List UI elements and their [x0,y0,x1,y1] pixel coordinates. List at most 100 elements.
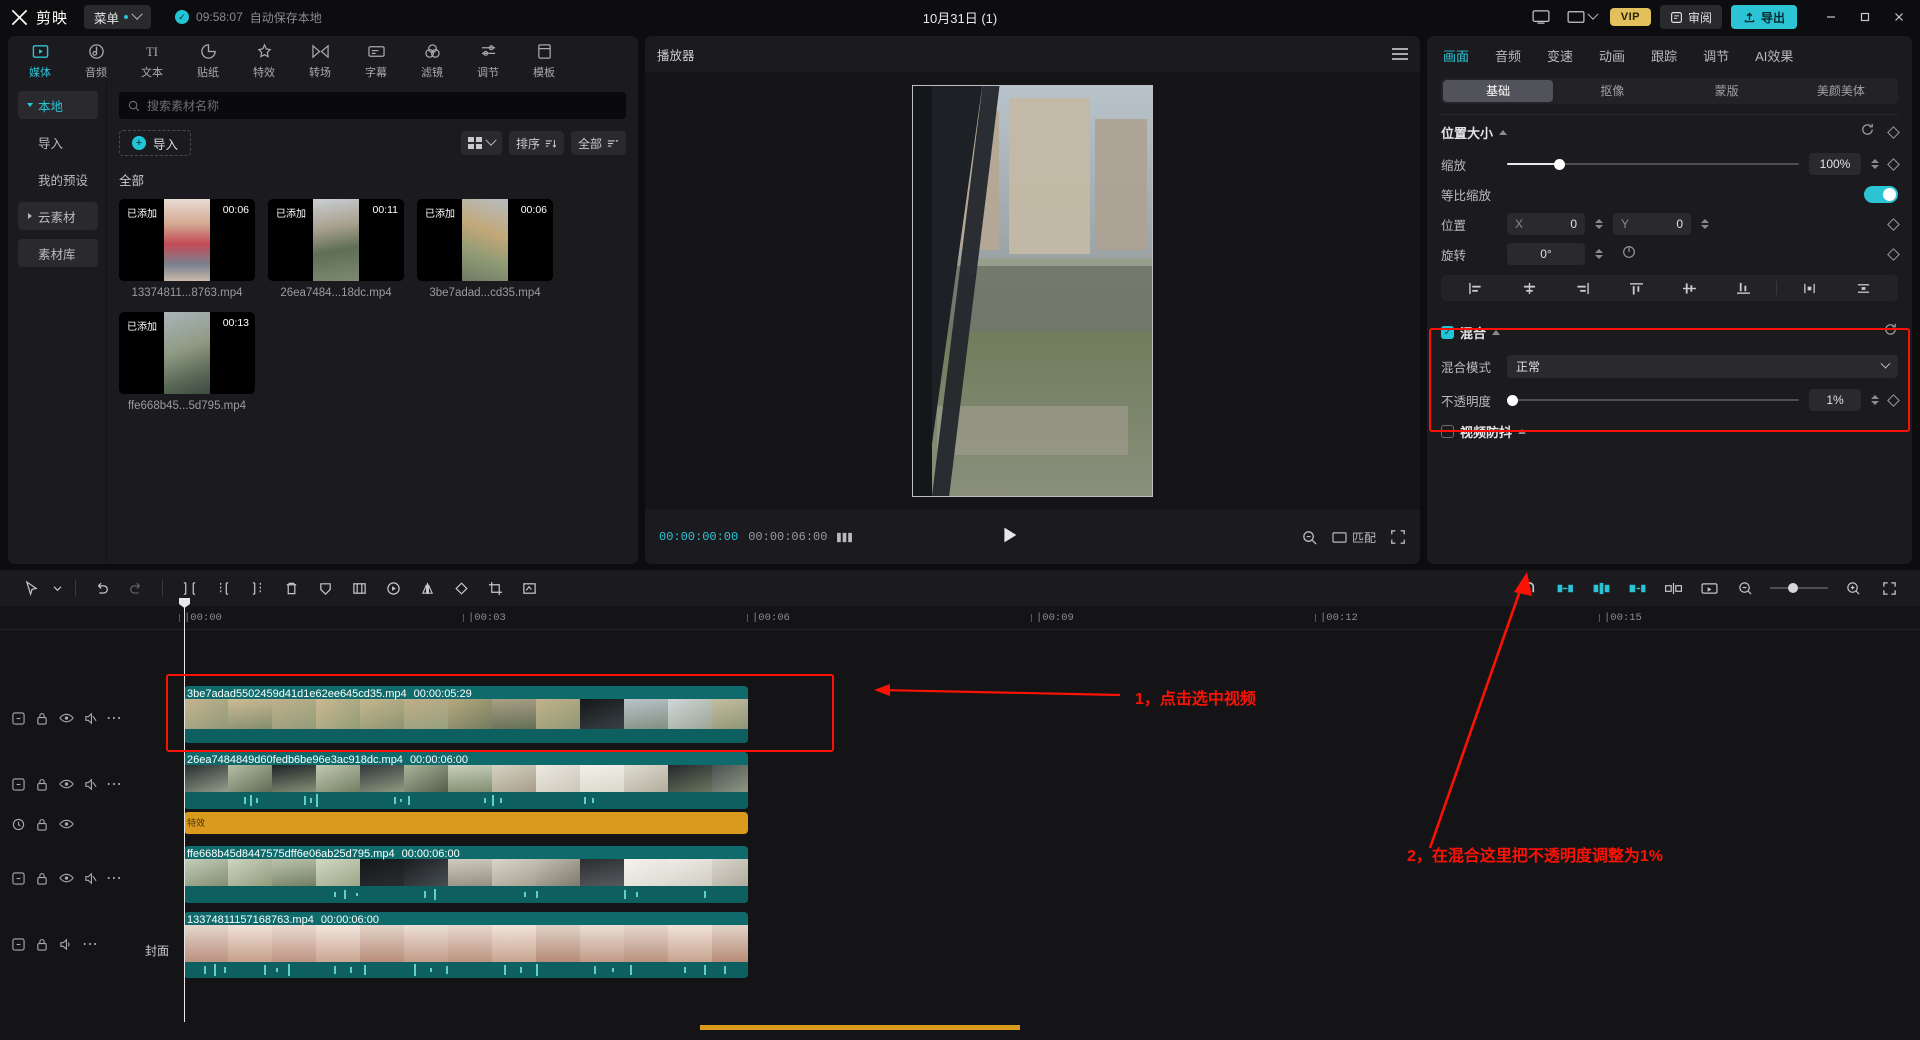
undo-icon[interactable] [85,573,119,603]
opacity-stepper[interactable] [1871,395,1879,405]
delete-icon[interactable] [274,573,308,603]
rotation-stepper[interactable] [1595,249,1603,259]
align-center-vertical-icon[interactable] [1663,282,1717,295]
track-collapse-icon[interactable] [6,706,30,730]
scale-stepper[interactable] [1871,159,1879,169]
align-left-icon[interactable] [1449,282,1503,295]
keyframe-icon[interactable] [1887,217,1900,231]
position-size-group-header[interactable]: 位置大小 [1427,115,1912,149]
timeline-clip-1[interactable]: 3be7adad5502459d41d1e62ee645cd35.mp4 00:… [184,686,748,743]
position-x-field[interactable]: X 0 [1507,213,1585,235]
smart-cutout-icon[interactable] [512,573,546,603]
tab-speed[interactable]: 变速 [1547,46,1573,65]
position-x-stepper[interactable] [1595,219,1603,229]
sort-button[interactable]: 排序 [508,131,564,155]
segment-mask[interactable]: 蒙版 [1672,80,1782,102]
tab-animation[interactable]: 动画 [1599,46,1625,65]
reset-icon[interactable] [1883,322,1898,342]
blend-mode-select[interactable]: 正常 [1507,354,1898,378]
playhead[interactable] [179,598,190,1022]
video-preview[interactable] [912,85,1153,497]
volume-icon[interactable] [54,932,78,956]
scale-slider[interactable] [1507,157,1799,171]
timeline-ruler[interactable]: |00:00 |00:03 |00:06 |00:09 |00:12 |00:1… [0,606,1920,630]
player-menu-icon[interactable] [1392,48,1408,60]
eye-icon[interactable] [54,706,78,730]
search-box[interactable] [119,92,626,119]
import-button[interactable]: + 导入 [119,130,192,156]
segment-keying[interactable]: 抠像 [1557,80,1667,102]
trim-left-icon[interactable] [206,573,240,603]
uniform-scale-toggle[interactable] [1864,185,1898,203]
lock-icon[interactable] [30,772,54,796]
timeline-clip-3[interactable]: ffe668b45d8447575dff6e06ab25d795.mp4 00:… [184,846,748,903]
align-top-icon[interactable] [1610,282,1664,295]
sidebar-item-presets[interactable]: 我的预设 [18,165,98,193]
align-bottom-icon[interactable] [1717,282,1771,295]
auto-snap-icon[interactable] [1584,573,1618,603]
lock-icon[interactable] [30,866,54,890]
category-tab-effects[interactable]: 特效 [236,39,292,80]
align-center-horizontal-icon[interactable] [1503,282,1557,295]
shield-icon[interactable] [308,573,342,603]
sidebar-item-library[interactable]: 素材库 [18,239,98,267]
timeline-effect-clip[interactable]: 特效 [184,812,748,834]
media-thumbnail[interactable]: 已添加 00:06 [417,199,553,281]
media-thumbnail[interactable]: 已添加 00:11 [268,199,404,281]
track-more-icon[interactable]: ⋯ [102,706,126,730]
timeline-zoom-slider[interactable] [1770,582,1828,593]
mirror-icon[interactable] [410,573,444,603]
redo-icon[interactable] [119,573,153,603]
aspect-ratio-button[interactable] [1563,8,1601,24]
category-tab-filter[interactable]: 滤镜 [404,39,460,80]
view-mode-button[interactable] [460,131,502,155]
tab-audio[interactable]: 音频 [1495,46,1521,65]
category-tab-sticker[interactable]: 贴纸 [180,39,236,80]
fullscreen-icon[interactable] [1390,529,1406,545]
sidebar-item-local[interactable]: 本地 [18,91,98,119]
rotation-dial-icon[interactable] [1621,244,1637,265]
reset-icon[interactable] [1860,122,1875,142]
effect-track-icon[interactable] [6,812,30,836]
distribute-vertical-icon[interactable] [1837,282,1891,295]
stabilize-checkbox[interactable] [1441,424,1454,438]
mute-icon[interactable] [78,772,102,796]
lock-icon[interactable] [30,706,54,730]
review-button[interactable]: 审阅 [1659,5,1722,29]
category-tab-template[interactable]: 模板 [516,39,572,80]
tab-tracking[interactable]: 跟踪 [1651,46,1677,65]
trim-right-icon[interactable] [240,573,274,603]
media-item[interactable]: 已添加 00:13 ffe668b45...5d795.mp4 [119,312,255,412]
vip-badge[interactable]: VIP [1609,8,1651,26]
distribute-horizontal-icon[interactable] [1783,282,1837,295]
tab-adjust[interactable]: 调节 [1703,46,1729,65]
export-button[interactable]: 导出 [1730,5,1797,29]
search-input[interactable] [147,98,617,113]
lock-icon[interactable] [30,932,54,956]
keyframe-icon[interactable] [1887,157,1900,171]
fit-button[interactable]: 匹配 [1332,529,1376,546]
mute-icon[interactable] [78,866,102,890]
filter-button[interactable]: 全部 [570,131,626,155]
rotation-field[interactable]: 0° [1507,243,1585,265]
preview-render-icon[interactable] [1692,573,1726,603]
eye-icon[interactable] [54,866,78,890]
sidebar-item-import[interactable]: 导入 [18,128,98,156]
close-button[interactable] [1882,0,1916,34]
speed-icon[interactable] [376,573,410,603]
keyframe-icon[interactable] [1887,393,1900,407]
lock-icon[interactable] [30,812,54,836]
zoom-out-icon[interactable] [1728,573,1762,603]
monitor-icon[interactable] [1528,6,1554,28]
rotate-icon[interactable] [444,573,478,603]
media-thumbnail[interactable]: 已添加 00:13 [119,312,255,394]
category-tab-subtitle[interactable]: 字幕 [348,39,404,80]
scale-value[interactable]: 100% [1809,153,1861,175]
menu-button[interactable]: 菜单 [84,5,152,29]
crop-icon[interactable] [478,573,512,603]
play-button[interactable] [998,524,1020,551]
zoom-preview-icon[interactable] [1301,529,1318,546]
freeze-frame-icon[interactable] [342,573,376,603]
media-item[interactable]: 已添加 00:06 3be7adad...cd35.mp4 [417,199,553,299]
sidebar-item-cloud[interactable]: 云素材 [18,202,98,230]
